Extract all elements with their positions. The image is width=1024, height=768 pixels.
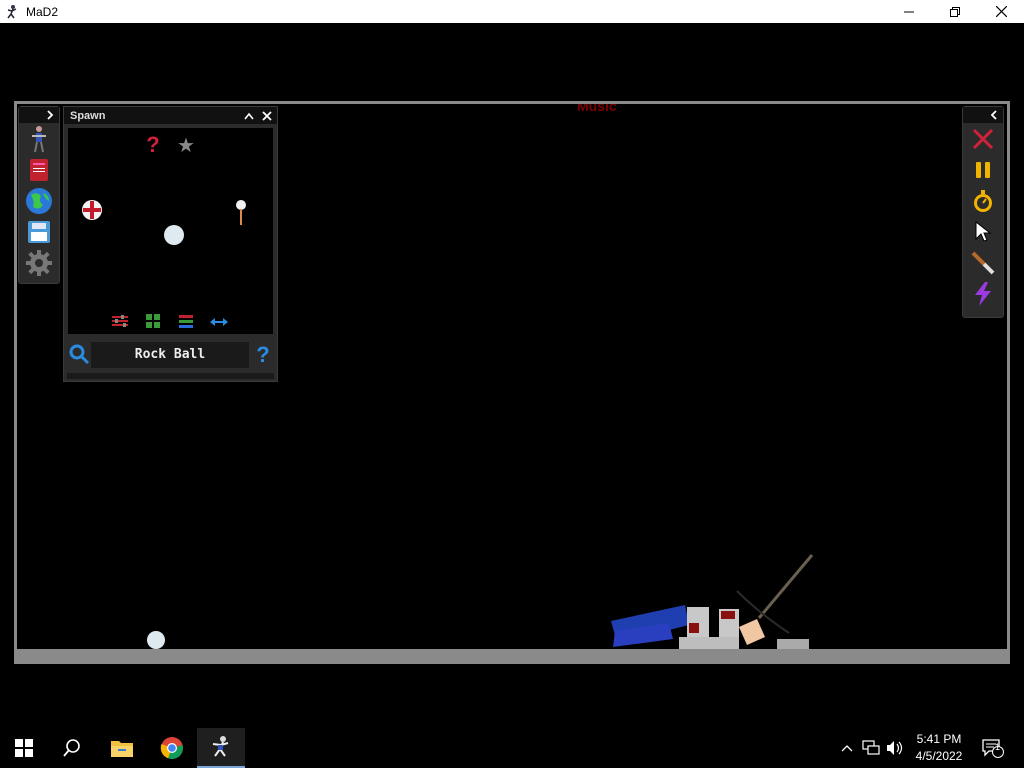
help-icon[interactable]: ? bbox=[253, 342, 273, 368]
list-view-icon bbox=[179, 315, 193, 328]
grid-view-button[interactable] bbox=[143, 313, 163, 329]
list-view-button[interactable] bbox=[176, 313, 196, 329]
volume-button[interactable] bbox=[884, 728, 906, 768]
clear-button[interactable] bbox=[968, 124, 998, 154]
lightning-tool-button[interactable] bbox=[968, 279, 998, 309]
spawn-item-favorites[interactable]: ★ bbox=[175, 133, 197, 157]
chevron-right-icon[interactable] bbox=[45, 110, 55, 120]
spawn-item-grid: ? ★ bbox=[68, 128, 273, 334]
select-tool-button[interactable] bbox=[968, 217, 998, 247]
notification-icon bbox=[982, 739, 1004, 758]
search-icon bbox=[63, 739, 80, 757]
chrome-button[interactable] bbox=[148, 728, 196, 768]
file-explorer-icon bbox=[111, 741, 133, 757]
restore-button[interactable] bbox=[932, 0, 978, 23]
cursor-icon bbox=[975, 221, 992, 242]
spawn-close-button[interactable] bbox=[259, 108, 275, 123]
spawn-panel-title: Spawn bbox=[70, 109, 106, 122]
network-button[interactable] bbox=[860, 728, 882, 768]
left-toolbar bbox=[18, 106, 60, 284]
book-tool-button[interactable] bbox=[24, 155, 54, 185]
grid-view-icon bbox=[146, 314, 160, 328]
random-question-icon: ? bbox=[146, 132, 160, 157]
chevron-up-icon bbox=[841, 745, 853, 752]
clear-x-icon bbox=[972, 128, 994, 150]
pin-icon bbox=[236, 200, 246, 225]
globe-icon bbox=[26, 188, 52, 214]
network-icon bbox=[862, 740, 880, 755]
close-icon bbox=[995, 6, 1007, 17]
spawn-item-pin[interactable] bbox=[234, 198, 248, 228]
notification-count: 1 bbox=[995, 742, 1001, 752]
collapse-button[interactable] bbox=[241, 108, 257, 123]
search-icon[interactable] bbox=[68, 343, 90, 365]
mad2-taskbar-button[interactable] bbox=[197, 728, 245, 768]
action-center-button[interactable]: 1 bbox=[980, 728, 1006, 768]
spawn-item-medical-ball[interactable] bbox=[80, 198, 104, 222]
ragdoll-tool-button[interactable] bbox=[24, 124, 54, 154]
right-toolbar bbox=[962, 106, 1004, 318]
minimize-button[interactable] bbox=[886, 0, 932, 23]
save-icon bbox=[28, 221, 50, 243]
right-toolbar-header bbox=[963, 107, 1003, 123]
save-tool-button[interactable] bbox=[24, 217, 54, 247]
restore-icon bbox=[950, 6, 960, 17]
knife-tool-button[interactable] bbox=[968, 248, 998, 278]
ragdoll-icon bbox=[32, 126, 46, 153]
book-icon bbox=[30, 159, 48, 181]
spawn-panel: Spawn ? ★ Rock Ball ? bbox=[63, 106, 278, 382]
left-toolbar-header bbox=[19, 107, 59, 123]
clock-date: 4/5/2022 bbox=[915, 749, 963, 763]
spawn-panel-header[interactable]: Spawn bbox=[64, 107, 277, 124]
knife-icon bbox=[971, 251, 995, 275]
mad2-app-icon bbox=[212, 736, 229, 757]
window-titlebar: MaD2 bbox=[0, 0, 1024, 23]
slow-motion-button[interactable] bbox=[968, 186, 998, 216]
pause-button[interactable] bbox=[968, 155, 998, 185]
spawn-item-rock-ball[interactable] bbox=[162, 223, 186, 247]
close-window-button[interactable] bbox=[978, 0, 1024, 23]
rock-ball-icon bbox=[164, 225, 184, 245]
taskbar-search-button[interactable] bbox=[48, 728, 96, 768]
spawn-search-input[interactable]: Rock Ball bbox=[91, 342, 249, 368]
spawn-search-row: Rock Ball ? bbox=[64, 340, 277, 370]
start-button[interactable] bbox=[0, 728, 48, 768]
windows-start-icon bbox=[15, 739, 33, 757]
ragdoll-object[interactable] bbox=[609, 553, 819, 649]
taskbar: 5:41 PM 4/5/2022 1 bbox=[0, 728, 1024, 768]
gear-icon bbox=[26, 250, 52, 276]
chevron-left-icon[interactable] bbox=[989, 110, 999, 120]
taskbar-clock[interactable]: 5:41 PM 4/5/2022 bbox=[910, 731, 968, 765]
swap-arrows-icon bbox=[210, 318, 228, 326]
stage-title: Music bbox=[577, 104, 617, 114]
swap-button[interactable] bbox=[208, 315, 230, 329]
chevron-up-icon bbox=[244, 112, 254, 119]
spawn-item-random[interactable]: ? bbox=[142, 132, 164, 157]
stopwatch-icon bbox=[974, 190, 992, 212]
sliders-icon bbox=[112, 315, 128, 327]
show-hidden-icons-button[interactable] bbox=[838, 728, 856, 768]
volume-icon bbox=[887, 741, 903, 755]
chrome-icon bbox=[160, 737, 183, 760]
clock-time: 5:41 PM bbox=[916, 732, 962, 746]
lightning-icon bbox=[975, 282, 991, 306]
file-explorer-button[interactable] bbox=[98, 728, 146, 768]
app-icon bbox=[7, 4, 17, 18]
settings-tool-button[interactable] bbox=[24, 248, 54, 278]
desktop: { "window": { "title": "MaD2", "controls… bbox=[0, 0, 1024, 768]
window-title: MaD2 bbox=[26, 4, 59, 19]
medical-ball-icon bbox=[82, 200, 102, 220]
spawn-panel-footer bbox=[67, 373, 274, 379]
globe-tool-button[interactable] bbox=[24, 186, 54, 216]
filter-button[interactable] bbox=[110, 313, 130, 329]
pause-icon bbox=[976, 162, 990, 178]
close-icon bbox=[262, 110, 272, 121]
minimize-icon bbox=[904, 11, 914, 12]
favorite-star-icon: ★ bbox=[177, 134, 195, 157]
rock-ball-object[interactable] bbox=[146, 630, 166, 649]
